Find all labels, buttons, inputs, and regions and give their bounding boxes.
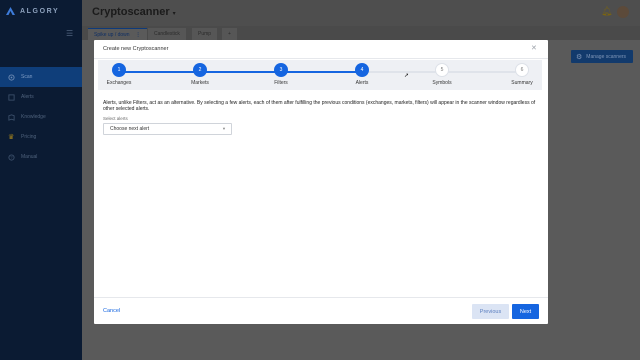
sidebar-item-label: Alerts bbox=[21, 94, 34, 100]
step-number: 5 bbox=[435, 63, 449, 77]
manage-scanners-button[interactable]: ⚙ Manage scanners bbox=[571, 50, 633, 63]
dialog-title: Create new Cryptoscanner bbox=[103, 46, 169, 52]
close-icon[interactable]: ✕ bbox=[531, 44, 537, 52]
scan-icon bbox=[8, 73, 15, 81]
sidebar-item-manual[interactable]: ? Manual bbox=[0, 147, 82, 167]
alerts-icon bbox=[8, 93, 15, 101]
step-summary[interactable]: 6 Summary bbox=[502, 63, 542, 86]
sidebar: ALGORY ☰ Scan Alerts Knowledge ♛ Pricing… bbox=[0, 0, 82, 360]
step-label: Summary bbox=[511, 80, 533, 86]
select-alerts-label: Select alerts bbox=[103, 116, 128, 121]
previous-button[interactable]: Previous bbox=[472, 304, 509, 319]
divider bbox=[94, 297, 548, 298]
progress-line-complete bbox=[125, 71, 366, 73]
sidebar-item-alerts[interactable]: Alerts bbox=[0, 87, 82, 107]
select-value: Choose next alert bbox=[110, 126, 150, 132]
select-alerts-dropdown[interactable]: Choose next alert ▼ bbox=[103, 123, 232, 135]
plus-icon: + bbox=[228, 31, 231, 37]
bell-icon[interactable]: 🔔︎ bbox=[601, 6, 612, 17]
page-title-text: Cryptoscanner bbox=[92, 6, 170, 18]
step-exchanges[interactable]: 1 Exchanges bbox=[99, 63, 139, 86]
alerts-description: Alerts, unlike Filters, act as an altern… bbox=[103, 100, 536, 112]
tab-label: Candlestick bbox=[154, 31, 180, 37]
step-filters[interactable]: 3 Filters bbox=[261, 63, 301, 86]
cancel-button[interactable]: Cancel bbox=[103, 308, 120, 314]
add-tab-button[interactable]: + bbox=[222, 28, 237, 40]
more-vertical-icon[interactable]: ⋮ bbox=[136, 32, 141, 38]
chevron-down-icon: ▼ bbox=[222, 126, 226, 131]
sidebar-item-label: Knowledge bbox=[21, 114, 46, 120]
step-number: 2 bbox=[193, 63, 207, 77]
step-number: 6 bbox=[515, 63, 529, 77]
step-markets[interactable]: 2 Markets bbox=[180, 63, 220, 86]
step-label: Alerts bbox=[355, 80, 369, 86]
divider bbox=[94, 58, 548, 59]
mouse-cursor-icon: ➚ bbox=[404, 73, 410, 79]
collapse-menu-icon[interactable]: ☰ bbox=[66, 29, 73, 38]
tab-pump[interactable]: Pump bbox=[192, 28, 218, 40]
header: Cryptoscanner ▾ 🔔︎ bbox=[82, 0, 640, 26]
sidebar-item-pricing[interactable]: ♛ Pricing bbox=[0, 127, 82, 147]
sidebar-item-label: Pricing bbox=[21, 134, 37, 140]
tab-bar: Spike up / down ⋮ Candlestick Pump + bbox=[82, 26, 640, 40]
logo[interactable]: ALGORY bbox=[6, 7, 59, 15]
wizard-stepper: 1 Exchanges 2 Markets 3 Filters 4 Alerts… bbox=[98, 60, 542, 90]
chevron-down-icon: ▾ bbox=[172, 11, 176, 17]
sidebar-nav: Scan Alerts Knowledge ♛ Pricing ? Manual bbox=[0, 67, 82, 167]
manual-icon: ? bbox=[8, 153, 15, 161]
gear-icon: ⚙ bbox=[576, 53, 583, 61]
crown-icon: ♛ bbox=[8, 133, 15, 141]
sidebar-item-label: Scan bbox=[21, 74, 33, 80]
sidebar-item-knowledge[interactable]: Knowledge bbox=[0, 107, 82, 127]
manage-scanners-label: Manage scanners bbox=[586, 53, 627, 60]
step-number: 3 bbox=[274, 63, 288, 77]
algory-logo-icon bbox=[6, 7, 15, 15]
sidebar-item-scan[interactable]: Scan bbox=[0, 67, 82, 87]
step-number: 1 bbox=[112, 63, 126, 77]
step-label: Exchanges bbox=[106, 80, 132, 86]
create-scanner-dialog: Create new Cryptoscanner ✕ 1 Exchanges 2… bbox=[94, 40, 548, 324]
sidebar-item-label: Manual bbox=[21, 154, 38, 160]
step-symbols[interactable]: 5 Symbols bbox=[422, 63, 462, 86]
step-number: 4 bbox=[355, 63, 369, 77]
brand-name: ALGORY bbox=[20, 7, 60, 15]
tab-candlestick[interactable]: Candlestick bbox=[148, 28, 186, 40]
next-button[interactable]: Next bbox=[512, 304, 539, 319]
step-label: Filters bbox=[274, 80, 288, 86]
tab-label: Pump bbox=[198, 31, 212, 37]
knowledge-icon bbox=[8, 113, 15, 121]
step-alerts[interactable]: 4 Alerts bbox=[342, 63, 382, 86]
tab-spike-up-down[interactable]: Spike up / down ⋮ bbox=[88, 28, 147, 40]
step-label: Symbols bbox=[432, 80, 452, 86]
page-title[interactable]: Cryptoscanner ▾ bbox=[92, 6, 176, 18]
step-label: Markets bbox=[191, 80, 209, 86]
tab-label: Spike up / down bbox=[94, 31, 130, 38]
avatar[interactable] bbox=[617, 6, 629, 18]
